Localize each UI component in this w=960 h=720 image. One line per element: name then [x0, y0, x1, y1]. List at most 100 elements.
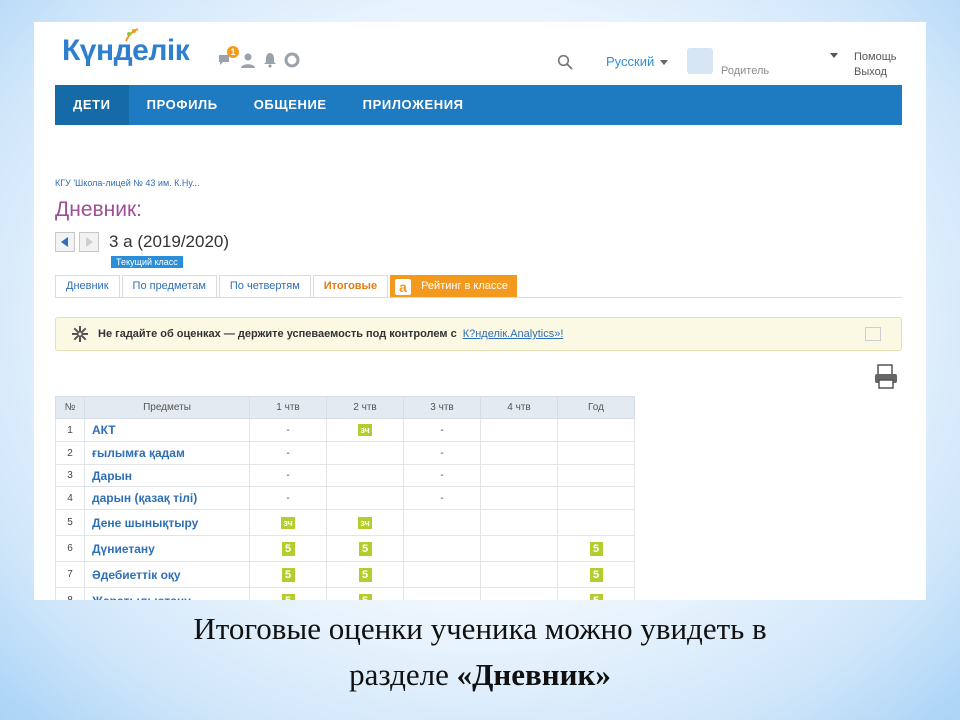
- grade-year-badge: 5: [589, 567, 603, 582]
- grade-q3: -: [403, 418, 481, 442]
- subject-link[interactable]: Әдебиеттік оқу: [84, 561, 250, 588]
- print-icon[interactable]: [872, 362, 900, 390]
- grade-q2: 5: [326, 587, 404, 600]
- analytics-logo-icon: a: [395, 278, 412, 295]
- row-number: 3: [55, 464, 85, 487]
- logout-link[interactable]: Выход: [854, 65, 897, 80]
- next-class-button[interactable]: [79, 232, 99, 252]
- table-row: 8Жаратылыстану 5 5 5: [55, 587, 635, 600]
- class-selector: 3 а (2019/2020): [55, 232, 229, 252]
- grade-q1-badge: 5: [281, 593, 295, 600]
- col-header-q2: 2 чтв: [326, 396, 404, 419]
- grade-year: [557, 464, 635, 487]
- grade-q4: [480, 441, 558, 465]
- tab-class-rating[interactable]: a Рейтинг в классе: [390, 275, 518, 297]
- col-header-subject: Предметы: [84, 396, 250, 419]
- grade-q2-badge: 5: [358, 541, 372, 556]
- breadcrumb[interactable]: КГУ 'Школа-лицей № 43 им. К.Ну...: [55, 178, 200, 188]
- tab-diary[interactable]: Дневник: [55, 275, 120, 297]
- grade-q3: [403, 587, 481, 600]
- grade-q2-badge: зч: [358, 424, 372, 436]
- app-screenshot: Күнделік 1 Русский Родитель Помощь Выход: [34, 22, 926, 600]
- language-selector[interactable]: Русский: [606, 54, 669, 69]
- grade-q4: [480, 535, 558, 562]
- tab-by-subject[interactable]: По предметам: [121, 275, 217, 297]
- nav-item-children[interactable]: ДЕТИ: [55, 85, 129, 125]
- grade-q2: зч: [326, 418, 404, 442]
- subject-link[interactable]: Дүниетану: [84, 535, 250, 562]
- bell-icon[interactable]: [262, 52, 278, 68]
- banner-message: Не гадайте об оценках — держите успеваем…: [98, 328, 457, 340]
- table-row: 1 АКТ - зч -: [55, 418, 635, 442]
- grade-year: [557, 486, 635, 510]
- grade-q3: -: [403, 441, 481, 465]
- kundelik-logo[interactable]: Күнделік: [62, 28, 190, 68]
- row-number: 1: [55, 418, 85, 442]
- tab-by-quarter[interactable]: По четвертям: [218, 275, 311, 297]
- refresh-icon[interactable]: [284, 52, 300, 68]
- grade-year-badge: 5: [589, 541, 603, 556]
- final-grades-table: № Предметы 1 чтв 2 чтв 3 чтв 4 чтв Год 1…: [55, 396, 635, 600]
- grade-q1-badge: 5: [281, 541, 295, 556]
- col-header-q1: 1 чтв: [249, 396, 327, 419]
- grade-rows: 1 АКТ - зч -2 ғылымға қадам - -3 Дарын - -4 дарын (…: [55, 418, 635, 600]
- row-number: 5: [55, 509, 85, 536]
- grade-q1: -: [249, 486, 327, 510]
- table-header-row: № Предметы 1 чтв 2 чтв 3 чтв 4 чтв Год: [55, 396, 635, 419]
- search-icon[interactable]: [557, 54, 573, 70]
- user-menu-chevron-icon[interactable]: [830, 53, 838, 58]
- grade-q1: 5: [249, 535, 327, 562]
- grade-q1-badge: 5: [281, 567, 295, 582]
- subject-link[interactable]: ғылымға қадам: [84, 441, 250, 465]
- row-number: 2: [55, 441, 85, 465]
- table-row: 6 Дүниетану 5 5 5: [55, 535, 635, 562]
- slide-caption: Итоговые оценки ученика можно увидеть в …: [0, 606, 960, 698]
- grade-year: 5: [557, 587, 635, 600]
- grade-q1: зч: [249, 509, 327, 536]
- subject-link[interactable]: Дене шынықтыру: [84, 509, 250, 536]
- subject-link[interactable]: АКТ: [84, 418, 250, 442]
- avatar[interactable]: [687, 48, 713, 74]
- diary-tabs: Дневник По предметам По четвертям Итогов…: [55, 275, 902, 298]
- grade-year: 5: [557, 561, 635, 588]
- tab-final[interactable]: Итоговые: [312, 275, 389, 297]
- header-icons: 1: [218, 46, 300, 68]
- subject-link[interactable]: Жаратылыстану: [84, 587, 250, 600]
- grade-q2: [326, 486, 404, 510]
- nav-item-profile[interactable]: ПРОФИЛЬ: [129, 85, 236, 125]
- grade-q2-badge: зч: [358, 516, 372, 529]
- user-role: Родитель: [721, 65, 770, 77]
- grade-q2: зч: [326, 509, 404, 536]
- col-header-q4: 4 чтв: [480, 396, 558, 419]
- grade-q3: -: [403, 486, 481, 510]
- grade-q2-badge: 5: [358, 567, 372, 582]
- grade-q2-badge: 5: [358, 593, 372, 600]
- grade-q1-badge: зч: [281, 516, 295, 529]
- prev-class-button[interactable]: [55, 232, 75, 252]
- messages-icon[interactable]: 1: [218, 46, 239, 68]
- grade-year: [557, 441, 635, 465]
- analytics-link[interactable]: К?нделік.Analytics»!: [463, 328, 564, 340]
- nav-item-apps[interactable]: ПРИЛОЖЕНИЯ: [345, 85, 482, 125]
- gear-icon: [72, 326, 88, 342]
- logo-sprig-icon: [125, 28, 139, 42]
- caption-line-2: разделе «Дневник»: [0, 652, 960, 698]
- help-link[interactable]: Помощь: [854, 50, 897, 65]
- grade-q1: -: [249, 464, 327, 487]
- main-nav: ДЕТИ ПРОФИЛЬ ОБЩЕНИЕ ПРИЛОЖЕНИЯ: [55, 85, 902, 125]
- friends-icon[interactable]: [240, 52, 256, 68]
- external-link-icon[interactable]: [865, 327, 881, 341]
- col-header-year: Год: [557, 396, 635, 419]
- grade-q3: [403, 561, 481, 588]
- caption-line-1: Итоговые оценки ученика можно увидеть в: [193, 611, 767, 646]
- grade-q4: [480, 464, 558, 487]
- subject-link[interactable]: Дарын: [84, 464, 250, 487]
- grade-q2: 5: [326, 535, 404, 562]
- grade-q4: [480, 561, 558, 588]
- grade-q3: [403, 535, 481, 562]
- subject-link[interactable]: дарын (қазақ тілі): [84, 486, 250, 510]
- col-header-q3: 3 чтв: [403, 396, 481, 419]
- banner-text: Не гадайте об оценках — держите успеваем…: [98, 328, 563, 340]
- col-header-number: №: [55, 396, 85, 419]
- nav-item-communication[interactable]: ОБЩЕНИЕ: [236, 85, 345, 125]
